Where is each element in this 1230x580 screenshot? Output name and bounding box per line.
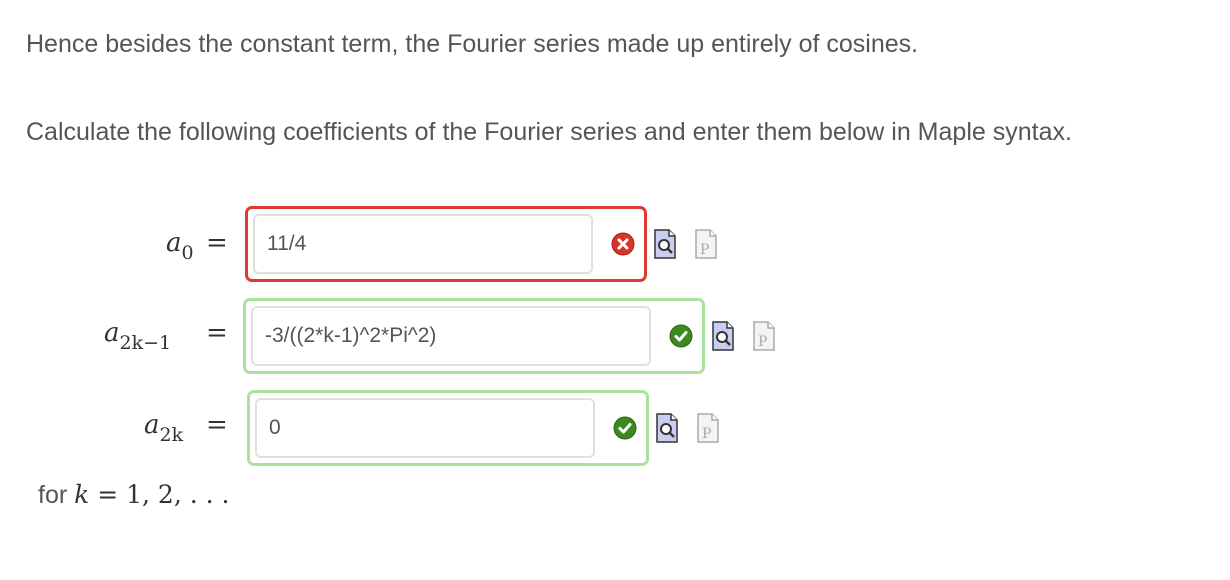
equals-sign: = (206, 228, 228, 258)
equals-sign: = (206, 410, 228, 440)
answer-input-a2k-1[interactable]: -3/((2*k-1)^2*Pi^2) (251, 306, 651, 366)
preview-icon[interactable] (711, 321, 735, 351)
coef-label-a2k-1: a2k−1 (104, 318, 172, 354)
preview-icon[interactable] (653, 229, 677, 259)
maple-syntax-icon[interactable]: P (694, 229, 718, 259)
maple-syntax-icon[interactable]: P (752, 321, 776, 351)
coef-label-a0: a0 (166, 228, 194, 264)
preview-icon[interactable] (655, 413, 679, 443)
instruction-text: Calculate the following coefficients of … (26, 118, 1072, 146)
check-circle-icon (613, 416, 637, 440)
answer-input-a0[interactable]: 11/4 (253, 214, 593, 274)
answer-input-a2k[interactable]: 0 (255, 398, 595, 458)
svg-text:P: P (758, 334, 767, 350)
check-circle-icon (669, 324, 693, 348)
svg-text:P: P (700, 242, 709, 258)
index-range-note: for k = 1, 2, . . . (38, 480, 230, 509)
maple-syntax-icon[interactable]: P (696, 413, 720, 443)
x-circle-icon (611, 232, 635, 256)
svg-text:P: P (702, 426, 711, 442)
coef-label-a2k: a2k (144, 410, 184, 446)
equals-sign: = (206, 318, 228, 348)
intro-text: Hence besides the constant term, the Fou… (26, 30, 919, 58)
